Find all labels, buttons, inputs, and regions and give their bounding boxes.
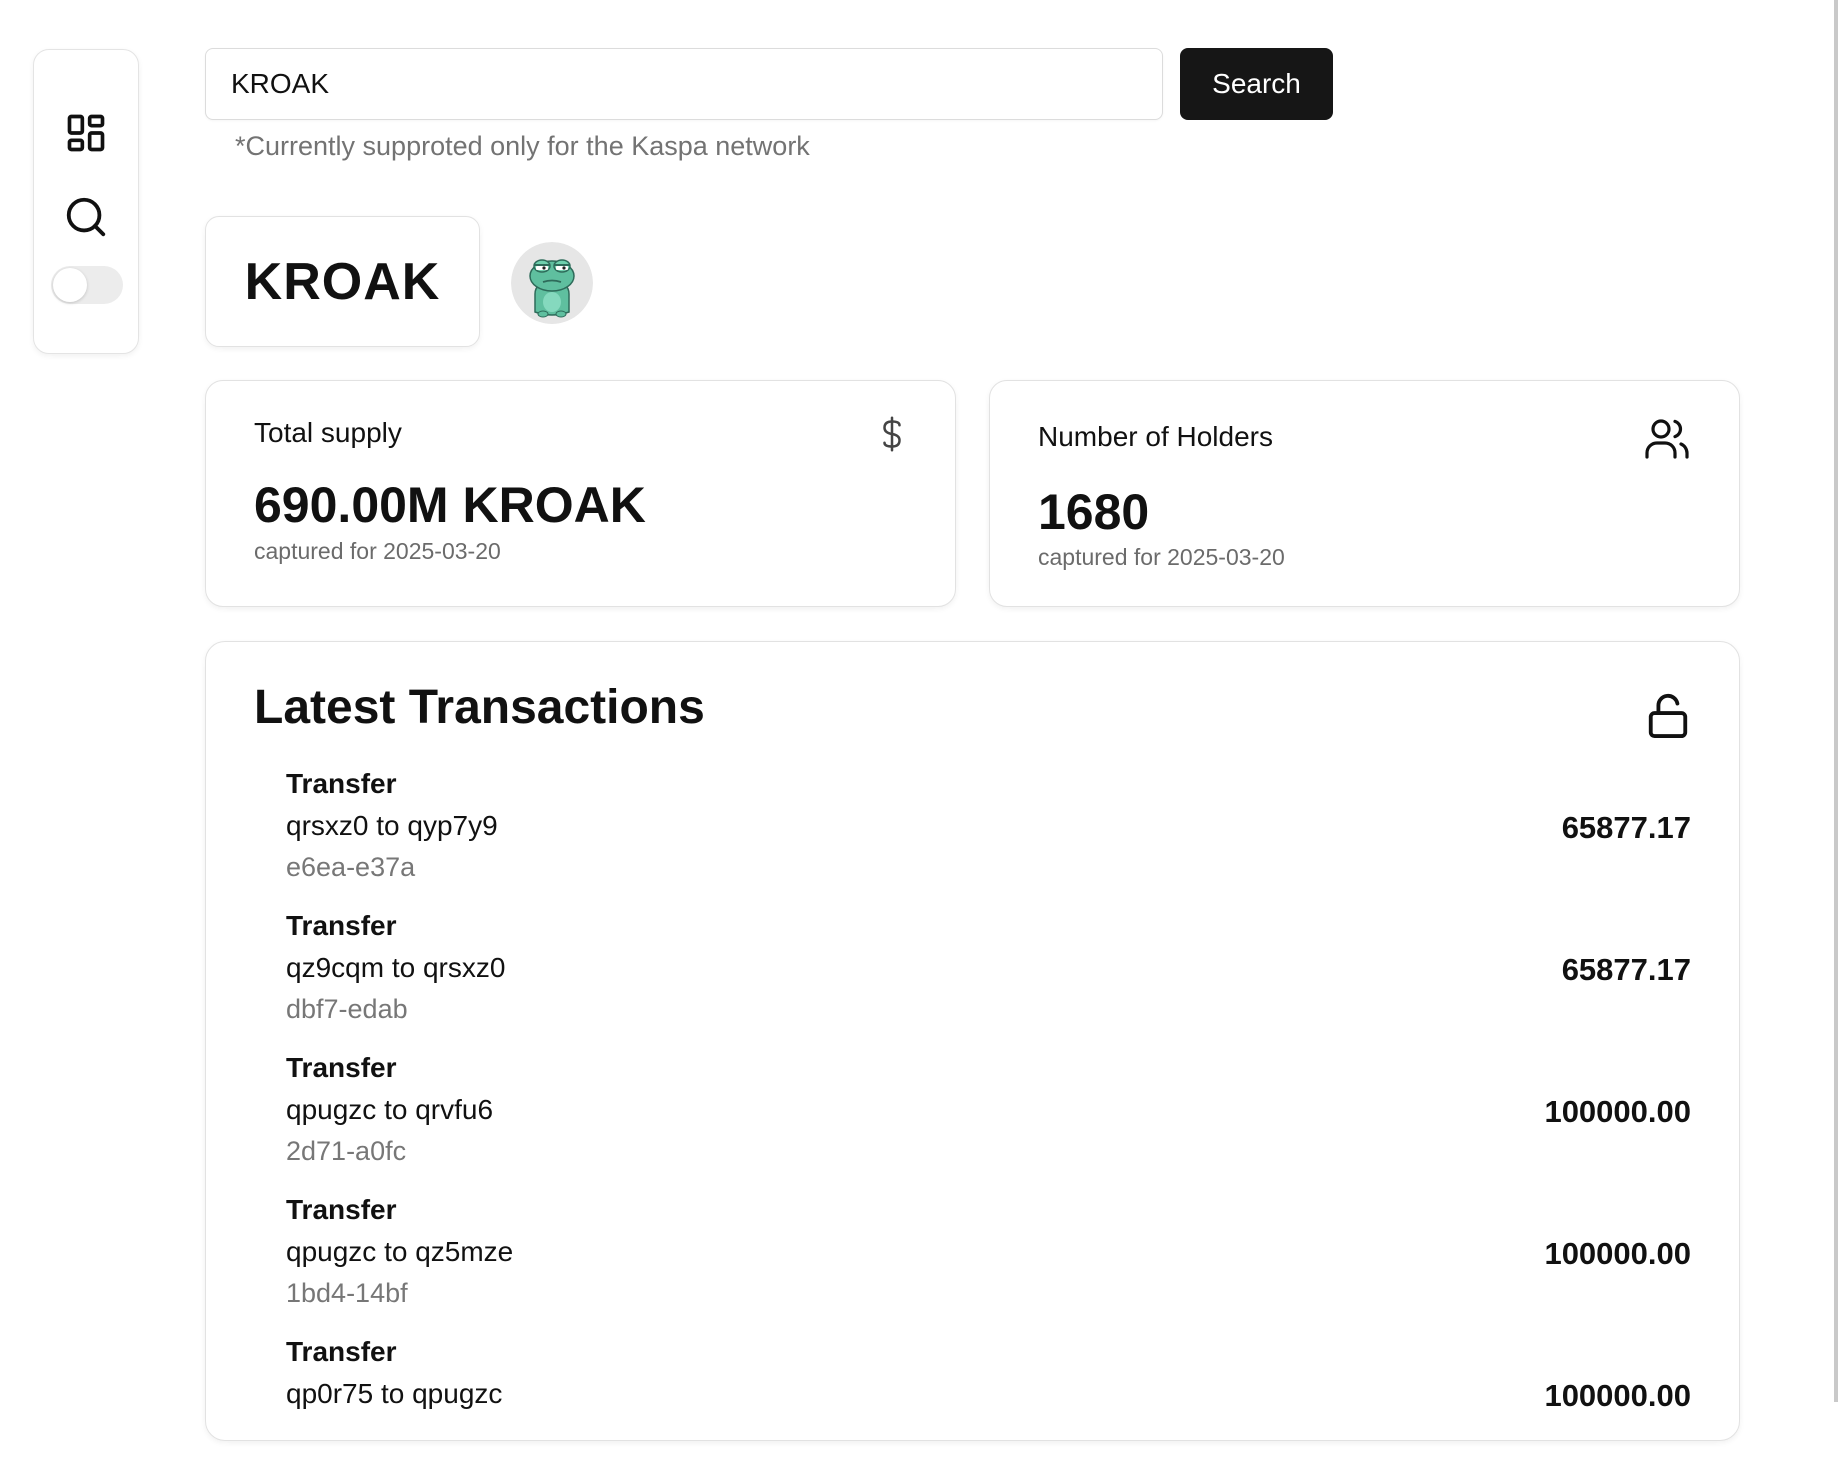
transaction-amount: 65877.17: [1561, 952, 1691, 987]
theme-toggle[interactable]: [51, 266, 123, 304]
transactions-title: Latest Transactions: [254, 681, 705, 734]
transaction-route: qpugzc to qrvfu6: [286, 1094, 494, 1125]
sidebar: [33, 49, 139, 354]
transaction-row[interactable]: Transfer qrsxz0 to qyp7y9 e6ea-e37a 6587…: [286, 768, 1691, 910]
transaction-amount: 100000.00: [1544, 1378, 1691, 1413]
transaction-type: Transfer: [286, 1194, 397, 1225]
transaction-hash: 1bd4-14bf: [286, 1278, 408, 1308]
holders-value: 1680: [1038, 484, 1150, 540]
transaction-amount: 100000.00: [1544, 1236, 1691, 1271]
transaction-type: Transfer: [286, 910, 397, 941]
transaction-hash: 2d71-a0fc: [286, 1136, 407, 1166]
total-supply-value: 690.00M KROAK: [254, 477, 646, 533]
transaction-row[interactable]: Transfer qz9cqm to qrsxz0 dbf7-edab 6587…: [286, 910, 1691, 1052]
unlock-icon[interactable]: [1645, 690, 1691, 745]
transaction-hash: e6ea-e37a: [286, 852, 416, 882]
dollar-icon: [877, 415, 907, 458]
transaction-hash: dbf7-edab: [286, 994, 408, 1024]
transaction-row[interactable]: Transfer qpugzc to qrvfu6 2d71-a0fc 1000…: [286, 1052, 1691, 1194]
transaction-route: qrsxz0 to qyp7y9: [286, 810, 498, 841]
search-note: *Currently supproted only for the Kaspa …: [235, 131, 810, 161]
transaction-type: Transfer: [286, 768, 397, 799]
search-nav-button[interactable]: [60, 191, 112, 243]
transaction-amount: 65877.17: [1561, 810, 1691, 845]
toggle-knob: [53, 268, 87, 302]
users-icon: [1643, 415, 1691, 468]
transaction-type: Transfer: [286, 1052, 397, 1083]
transactions-list: Transfer qrsxz0 to qyp7y9 e6ea-e37a 6587…: [286, 768, 1691, 1478]
page-scrollbar[interactable]: [1834, 0, 1838, 1402]
search-button[interactable]: Search: [1180, 48, 1333, 120]
token-name-badge: KROAK: [205, 216, 480, 347]
transaction-type: Transfer: [286, 1336, 397, 1367]
total-supply-caption: captured for 2025-03-20: [254, 538, 501, 564]
holders-caption: captured for 2025-03-20: [1038, 544, 1285, 570]
dashboard-icon: [67, 114, 105, 152]
transaction-route: qz9cqm to qrsxz0: [286, 952, 506, 983]
dashboard-button[interactable]: [60, 107, 112, 159]
search-icon: [66, 197, 106, 237]
transaction-amount: 100000.00: [1544, 1094, 1691, 1129]
total-supply-label: Total supply: [254, 417, 402, 448]
transaction-row[interactable]: Transfer qp0r75 to qpugzc 100000.00: [286, 1336, 1691, 1478]
holders-card: Number of Holders 1680 captured for 2025…: [989, 380, 1740, 607]
latest-transactions-card: Latest Transactions Transfer qrsxz0 to q…: [205, 641, 1740, 1441]
total-supply-card: Total supply 690.00M KROAK captured for …: [205, 380, 956, 607]
holders-label: Number of Holders: [1038, 421, 1273, 452]
transaction-route: qpugzc to qz5mze: [286, 1236, 514, 1267]
frog-avatar: [511, 242, 593, 324]
transaction-row[interactable]: Transfer qpugzc to qz5mze 1bd4-14bf 1000…: [286, 1194, 1691, 1336]
search-input[interactable]: [205, 48, 1163, 120]
transaction-route: qp0r75 to qpugzc: [286, 1378, 503, 1409]
